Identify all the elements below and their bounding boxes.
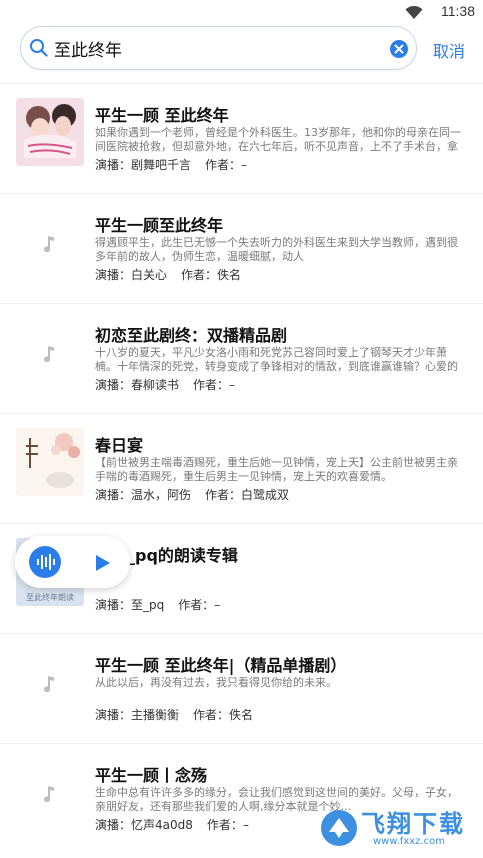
clock: 11:38 [441, 3, 475, 19]
play-icon[interactable] [95, 554, 111, 576]
results-list: 平生一顾 至此终年 如果你遇到一个老师，曾经是个外科医生。13岁那年，他和你的母… [0, 84, 483, 854]
cancel-button[interactable]: 取消 [433, 38, 465, 62]
music-note-icon [44, 236, 54, 252]
author-name: 白鹭成双 [241, 488, 290, 502]
host-name: 剧舞吧千言 [131, 158, 192, 172]
watermark-logo: 飞翔下载 www.fxxz.com [313, 798, 483, 858]
item-meta: 演播：温水，阿伤 作者：白鹭成双 [95, 488, 290, 502]
watermark-url: www.fxxz.com [373, 836, 445, 847]
item-title: 平生一顾至此终年 [95, 216, 224, 235]
item-title: 平生一顾 至此终年|（精品单播剧） [95, 656, 347, 675]
author-name: 佚名 [217, 268, 242, 282]
item-meta: 演播：白关心 作者：佚名 [95, 268, 242, 282]
music-note-icon [44, 346, 54, 362]
author-name: – [214, 598, 221, 612]
item-description: 得遇顾平生，此生已无憾一个失去听力的外科医生来到大学当教师，遇到很多年前的故人，… [95, 236, 458, 263]
host-name: 忆声4a0d8 [131, 818, 193, 832]
music-note-icon [44, 676, 54, 692]
list-item[interactable]: 平生一顾 至此终年|（精品单播剧） 从此以后，再没有过去，我只看得见你给的未来。… [0, 634, 483, 744]
search-icon [29, 38, 49, 62]
album-cover [16, 428, 84, 496]
item-title: 平生一顾 至此终年 [95, 106, 229, 125]
item-description: 【前世被男主喘毒酒赐死，重生后她一见钟情，宠上天】公主前世被男主亲手喘的毒酒赐死… [95, 456, 458, 483]
item-title: 平生一顾丨念殇 [95, 766, 208, 785]
item-meta: 演播：主播衡衡 作者：佚名 [95, 708, 254, 722]
album-cover [16, 98, 84, 166]
list-item[interactable]: 初恋至此剧终：双播精品剧 十八岁的夏天，平凡少女洛小雨和死党苏己容同时爱上了钢琴… [0, 304, 483, 414]
item-meta: 演播：忆声4a0d8 作者：– [95, 818, 249, 832]
host-name: 至_pq [131, 598, 165, 612]
search-bar [20, 26, 417, 70]
item-description: _pq [95, 566, 461, 594]
list-item[interactable]: 平生一顾至此终年 得遇顾平生，此生已无憾一个失去听力的外科医生来到大学当教师，遇… [0, 194, 483, 304]
author-name: 佚名 [229, 708, 254, 722]
watermark-text: 飞翔下载 [361, 810, 465, 838]
item-meta: 演播：至_pq 作者：– [95, 598, 221, 612]
host-name: 白关心 [131, 268, 168, 282]
item-title: 春日宴 [95, 436, 144, 455]
album-cover [16, 208, 84, 276]
author-name: – [241, 158, 248, 172]
watermark-icon [321, 810, 357, 846]
list-item[interactable]: 平生一顾 至此终年 如果你遇到一个老师，曾经是个外科医生。13岁那年，他和你的母… [0, 84, 483, 194]
item-meta: 演播：春柳读书 作者：– [95, 378, 236, 392]
author-name: – [229, 378, 236, 392]
host-name: 主播衡衡 [131, 708, 180, 722]
album-cover [16, 758, 84, 826]
list-item[interactable]: 春日宴 【前世被男主喘毒酒赐死，重生后她一见钟情，宠上天】公主前世被男主亲手喘的… [0, 414, 483, 524]
author-name: – [242, 818, 249, 832]
cover-caption: 至此终年朗读 [26, 593, 74, 602]
item-description: 十八岁的夏天，平凡少女洛小雨和死党苏己容同时爱上了钢琴天才少年萧楠。十年情深的死… [95, 346, 458, 373]
item-description: 如果你遇到一个老师，曾经是个外科医生。13岁那年，他和你的母亲在同一间医院被抢救… [95, 126, 461, 153]
album-cover [16, 318, 84, 386]
item-description: 从此以后，再没有过去，我只看得见你给的未来。 [95, 676, 337, 689]
floating-player[interactable] [15, 536, 130, 588]
wifi-icon [405, 5, 423, 24]
item-meta: 演播：剧舞吧千言 作者：– [95, 158, 248, 172]
status-bar: 11:38 [0, 0, 483, 24]
clear-icon[interactable] [389, 39, 409, 63]
item-title: 初恋至此剧终：双播精品剧 [95, 326, 288, 345]
search-input[interactable] [54, 33, 374, 63]
host-name: 温水，阿伤 [131, 488, 192, 502]
sound-wave-icon[interactable] [29, 546, 61, 578]
host-name: 春柳读书 [131, 378, 180, 392]
music-note-icon [44, 786, 54, 802]
album-cover [16, 648, 84, 716]
